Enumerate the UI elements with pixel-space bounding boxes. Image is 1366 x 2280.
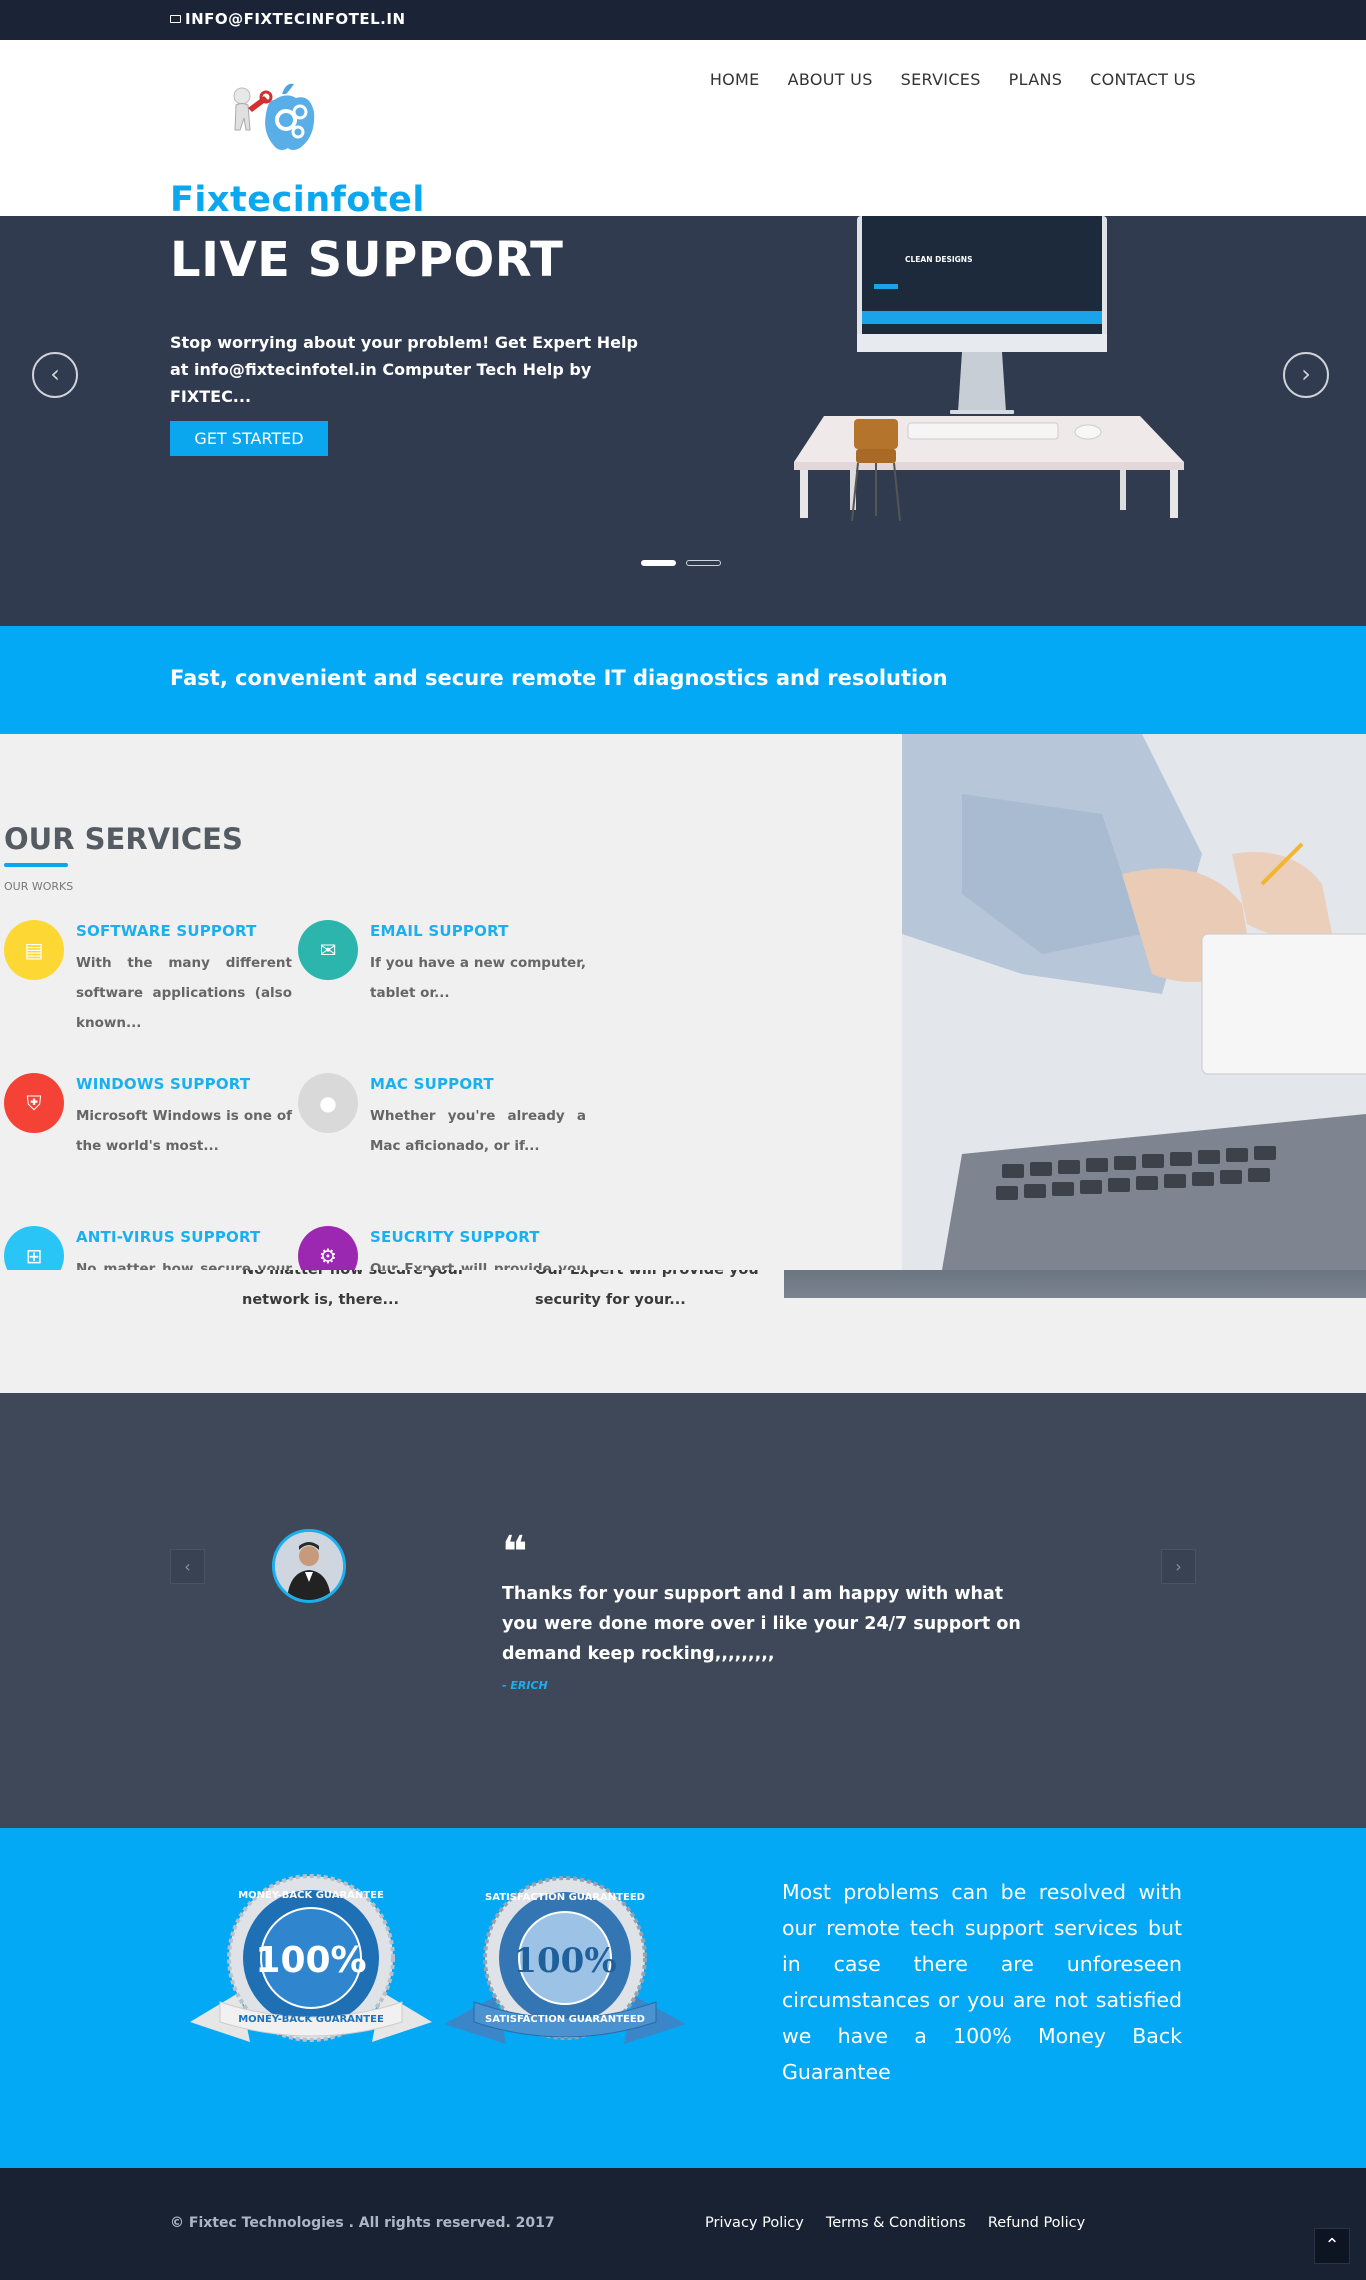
chevron-right-icon: › (1301, 360, 1311, 388)
nav-plans[interactable]: PLANS (1009, 70, 1063, 89)
brand-name[interactable]: Fixtecinfotel (170, 180, 425, 220)
service-title[interactable]: WINDOWS SUPPORT (76, 1075, 250, 1093)
ghost-line: security for your... (535, 1292, 686, 1308)
get-started-button[interactable]: GET STARTED (170, 421, 328, 456)
service-windows-support[interactable]: ⛨ WINDOWS SUPPORT Microsoft Windows is o… (4, 1073, 294, 1213)
title-underline (4, 863, 68, 867)
service-text: Our Expert will provide you security for… (370, 1261, 586, 1270)
footer-link-terms-conditions[interactable]: Terms & Conditions (826, 2215, 966, 2231)
service-mac-support[interactable]: ● MAC SUPPORT Whether you're already a M… (298, 1073, 588, 1213)
satisfaction-guaranteed-badge: SATISFACTION GUARANTEED 100% SATISFACTIO… (444, 1876, 686, 2044)
footer-link-privacy-policy[interactable]: Privacy Policy (705, 2215, 804, 2231)
site-logo[interactable]: Fixtecinfotel (170, 72, 430, 220)
desk-computer-illustration: CLEAN DESIGNS (794, 216, 1184, 522)
workspace-photo (902, 734, 1366, 1270)
chevron-right-icon: › (1175, 1557, 1182, 1576)
quote-icon: ❝ (502, 1527, 528, 1578)
testimonial-prev-button[interactable]: ‹ (170, 1549, 205, 1584)
service-security-support[interactable]: ⚙ SEUCRITY SUPPORT Our Expert will provi… (298, 1226, 588, 1270)
scroll-to-top-button[interactable]: ⌃ (1314, 2228, 1350, 2264)
chevron-left-icon: ‹ (50, 360, 60, 388)
hero-text: Stop worrying about your problem! Get Ex… (170, 333, 638, 406)
testimonial-quote: Thanks for your support and I am happy w… (502, 1584, 1021, 1664)
nav-home[interactable]: HOME (710, 70, 760, 89)
guarantee-section: MONEY-BACK GUARANTEE 100% MONEY-BACK GUA… (0, 1828, 1366, 2168)
apple-icon: ● (298, 1073, 358, 1133)
testimonial-next-button[interactable]: › (1161, 1549, 1196, 1584)
slider-dot-2[interactable] (686, 560, 721, 566)
hero-slider: ‹ › LIVE SUPPORT Stop worrying about you… (0, 216, 1366, 626)
monitor-headline: CLEAN DESIGNS (905, 255, 972, 264)
badge-value: 100% (255, 1940, 366, 1981)
badge-value: 100% (513, 1941, 616, 1981)
service-title[interactable]: MAC SUPPORT (370, 1075, 494, 1093)
nav-services[interactable]: SERVICES (901, 70, 981, 89)
main-nav: HOME ABOUT US SERVICES PLANS CONTACT US (710, 70, 1196, 89)
service-text: Microsoft Windows is one of the world's … (76, 1108, 292, 1154)
chevron-left-icon: ‹ (184, 1557, 191, 1576)
laptop-hands-photo (902, 734, 1366, 1270)
badge-ring-text: SATISFACTION GUARANTEED (485, 1892, 645, 1903)
ghost-line: network is, there... (242, 1292, 400, 1308)
testimonial-section: ‹ › ❝ Thanks for your support and I am h… (0, 1393, 1366, 1828)
badge-ring-text: MONEY-BACK GUARANTEE (238, 1890, 384, 1901)
slider-prev-button[interactable]: ‹ (32, 352, 78, 398)
services-title: OUR SERVICES (4, 822, 243, 856)
contact-email-text[interactable]: INFO@FIXTECINFOTEL.IN (185, 10, 406, 28)
service-text: No matter how secure your network is, th… (76, 1261, 292, 1270)
footer-links: Privacy Policy Terms & Conditions Refund… (705, 2215, 1085, 2231)
guarantee-text: Most problems can be resolved with our r… (782, 1880, 1182, 2084)
service-title[interactable]: EMAIL SUPPORT (370, 922, 509, 940)
services-panel: OUR SERVICES OUR WORKS ▤ SOFTWARE SUPPOR… (0, 734, 902, 1270)
service-text: Whether you're already a Mac aficionado,… (370, 1108, 586, 1154)
contact-email[interactable]: INFO@FIXTECINFOTEL.IN (170, 10, 406, 28)
badge-ribbon-text: SATISFACTION GUARANTEED (485, 2014, 645, 2025)
chevron-up-icon: ⌃ (1324, 2235, 1340, 2256)
services-subtitle: OUR WORKS (4, 880, 74, 893)
money-back-guarantee-badge: MONEY-BACK GUARANTEE 100% MONEY-BACK GUA… (190, 1874, 432, 2042)
hero-title: LIVE SUPPORT (170, 232, 564, 288)
envelope-icon: ✉ (298, 920, 358, 980)
site-header: Fixtecinfotel HOME ABOUT US SERVICES PLA… (0, 40, 1366, 220)
service-email-support[interactable]: ✉ EMAIL SUPPORT If you have a new comput… (298, 920, 588, 1060)
slider-next-button[interactable]: › (1283, 352, 1329, 398)
testimonial-author: - ERICH (502, 1679, 548, 1692)
service-text: With the many different software applica… (76, 955, 292, 1031)
document-icon: ▤ (4, 920, 64, 980)
windows-icon: ⊞ (4, 1226, 64, 1270)
service-anti-virus-support[interactable]: ⊞ ANTI-VIRUS SUPPORT No matter how secur… (4, 1226, 294, 1270)
logo-mascot-icon (233, 83, 315, 150)
nav-contact-us[interactable]: CONTACT US (1090, 70, 1196, 89)
testimonial-avatar (272, 1529, 346, 1603)
shield-icon: ⛨ (4, 1073, 64, 1133)
nav-about-us[interactable]: ABOUT US (788, 70, 873, 89)
tagline-text: Fast, convenient and secure remote IT di… (170, 666, 948, 690)
service-software-support[interactable]: ▤ SOFTWARE SUPPORT With the many differe… (4, 920, 294, 1060)
service-title[interactable]: ANTI-VIRUS SUPPORT (76, 1228, 261, 1246)
site-footer: © Fixtec Technologies . All rights reser… (0, 2168, 1366, 2280)
service-title[interactable]: SEUCRITY SUPPORT (370, 1228, 540, 1246)
person-avatar-icon (275, 1532, 343, 1600)
gear-icon: ⚙ (298, 1226, 358, 1270)
top-bar: INFO@FIXTECINFOTEL.IN (0, 0, 1366, 40)
copyright-text: © Fixtec Technologies . All rights reser… (170, 2215, 555, 2231)
envelope-icon (170, 15, 181, 23)
badge-ribbon-text: MONEY-BACK GUARANTEE (238, 2014, 384, 2025)
service-title[interactable]: SOFTWARE SUPPORT (76, 922, 257, 940)
tagline-band: Fast, convenient and secure remote IT di… (0, 626, 1366, 734)
service-text: If you have a new computer, tablet or... (370, 955, 586, 1001)
slider-dot-1[interactable] (641, 560, 676, 566)
slider-dots (641, 560, 721, 566)
footer-link-refund-policy[interactable]: Refund Policy (988, 2215, 1085, 2231)
